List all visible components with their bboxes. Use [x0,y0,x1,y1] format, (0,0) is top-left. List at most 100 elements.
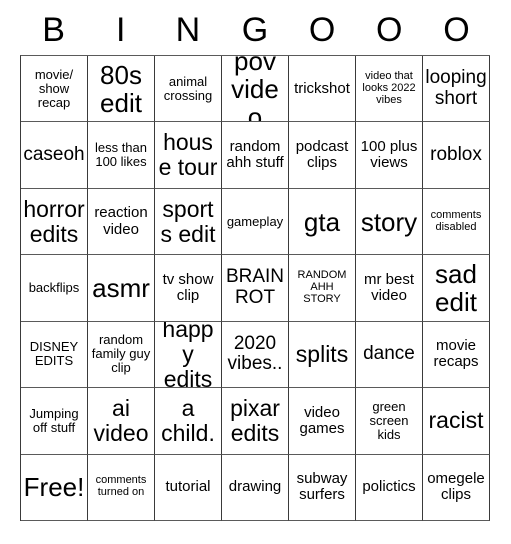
bingo-cell[interactable]: podcast clips [289,122,356,189]
bingo-cell-label: happy edits [162,321,214,389]
bingo-header-letter: O [376,11,403,49]
bingo-cell-label: mr best video [363,270,414,304]
bingo-cell-label: video that looks 2022 vibes [362,69,416,106]
bingo-cell[interactable]: video that looks 2022 vibes [356,56,423,123]
bingo-cell[interactable]: random ahh stuff [222,122,289,189]
bingo-cell-label: comments turned on [95,474,147,499]
bingo-cell[interactable]: less than 100 likes [88,122,155,189]
bingo-cell[interactable]: animal crossing [155,56,222,123]
bingo-cell-label: green screen kids [369,398,409,442]
bingo-cell-label: backflips [28,279,80,295]
bingo-cell[interactable]: roblox [423,122,490,189]
bingo-cell[interactable]: looping short [423,56,490,123]
bingo-cell-label: random family guy clip [91,332,151,376]
bingo-cell-label: reaction video [94,204,148,238]
bingo-cell-label: ai video [93,395,149,446]
bingo-cell-label: tv show clip [162,270,214,304]
bingo-cell[interactable]: trickshot [289,56,356,123]
bingo-cell-label: polictics [362,478,416,496]
bingo-cell[interactable]: movie recaps [423,321,490,389]
bingo-cell[interactable]: reaction video [88,188,155,256]
bingo-cell[interactable]: mr best video [356,255,423,322]
bingo-cell[interactable]: story [356,188,423,256]
bingo-grid: movie/ show recap 80s edit animal crossing… [20,55,490,521]
bingo-cell[interactable]: RANDOM AHH STORY [289,255,356,322]
bingo-cell-label: podcast clips [295,137,349,172]
bingo-cell-label: asmr [92,272,150,303]
bingo-cell[interactable]: 100 plus views [356,122,423,189]
bingo-cell[interactable]: tutorial [155,454,222,521]
bingo-header-letter: G [241,11,269,49]
bingo-cell-label: drawing [228,478,282,496]
bingo-cell-label: sports edit [160,195,216,247]
bingo-cell[interactable]: happy edits [155,321,222,389]
bingo-cell[interactable]: gameplay [222,188,289,256]
bingo-header-letter: I [115,11,126,49]
bingo-cell-label: less than 100 likes [94,140,148,170]
bingo-cell-label: 80s edit [100,59,142,118]
bingo-cell[interactable]: polictics [356,454,423,521]
bingo-cell[interactable]: subway surfers [289,454,356,521]
bingo-cell[interactable]: dance [356,321,423,389]
bingo-cell-label: caseoh [23,143,85,165]
bingo-cell[interactable]: house tour [155,122,222,189]
bingo-cell-label: tutorial [165,478,211,496]
bingo-cell-label: looping short [425,67,487,109]
bingo-cell-label: roblox [430,143,482,165]
bingo-cell-label: movie recaps [433,337,479,371]
bingo-cell-label: DISNEY EDITS [29,339,79,369]
bingo-cell-label: gta [303,206,341,237]
bingo-cell-label: house tour [158,129,218,181]
bingo-cell[interactable]: comments turned on [88,454,155,521]
bingo-cell[interactable]: pixar edits [222,388,289,455]
bingo-cell-label: BRAIN ROT [225,266,285,308]
bingo-cell-label: gameplay [226,213,284,229]
bingo-cell[interactable]: omegele clips [423,454,490,521]
bingo-cell[interactable]: sad edit [423,255,490,322]
bingo-cell[interactable]: gta [289,188,356,256]
bingo-cell[interactable]: video games [289,388,356,455]
bingo-header-letter: O [308,11,336,49]
bingo-cell-label: 100 plus views [360,137,418,172]
bingo-cell[interactable]: splits [289,321,356,389]
bingo-cell-label: pixar edits [230,395,280,446]
bingo-cell[interactable]: drawing [222,454,289,521]
bingo-cell[interactable]: comments disabled [423,188,490,256]
bingo-cell-label: Free! [23,472,85,503]
bingo-cell-label: dance [363,343,415,365]
bingo-cell[interactable]: tv show clip [155,255,222,322]
bingo-cell[interactable]: sports edit [155,188,222,256]
bingo-cell[interactable]: backflips [21,255,88,322]
bingo-cell-label: splits [295,341,349,367]
bingo-header: BINGOOO [20,6,490,54]
bingo-header-letter: N [175,11,201,49]
bingo-cell[interactable]: racist [423,388,490,455]
bingo-cell[interactable]: asmr [88,255,155,322]
bingo-cell-label: horror edits [23,195,85,247]
bingo-cell-label: video games [299,403,345,437]
bingo-cell-label: a child. [161,395,215,446]
bingo-cell[interactable]: green screen kids [356,388,423,455]
bingo-header-letter: O [443,11,470,49]
bingo-cell[interactable]: BRAIN ROT [222,255,289,322]
bingo-cell[interactable]: a child. [155,388,222,455]
bingo-cell[interactable]: horror edits [21,188,88,256]
bingo-cell[interactable]: movie/ show recap [21,56,88,123]
bingo-cell[interactable]: 80s edit [88,56,155,123]
bingo-cell-label: movie/ show recap [34,66,74,110]
bingo-cell[interactable]: pov video [222,56,289,123]
bingo-cell[interactable]: 2020 vibes.. [222,321,289,389]
bingo-cell-label: RANDOM AHH STORY [297,269,347,305]
bingo-cell-label: random ahh stuff [226,137,284,172]
bingo-cell-label: sad edit [435,258,477,317]
bingo-cell[interactable]: Free! [21,454,88,521]
bingo-cell[interactable]: Jumping off stuff [21,388,88,455]
bingo-cell-label: pov video [231,56,279,123]
bingo-cell[interactable]: ai video [88,388,155,455]
bingo-cell-label: story [360,206,418,237]
bingo-cell[interactable]: random family guy clip [88,321,155,389]
bingo-cell[interactable]: DISNEY EDITS [21,321,88,389]
bingo-cell[interactable]: caseoh [21,122,88,189]
bingo-cell-label: omegele clips [427,470,485,504]
bingo-cell-label: comments disabled [430,208,482,233]
